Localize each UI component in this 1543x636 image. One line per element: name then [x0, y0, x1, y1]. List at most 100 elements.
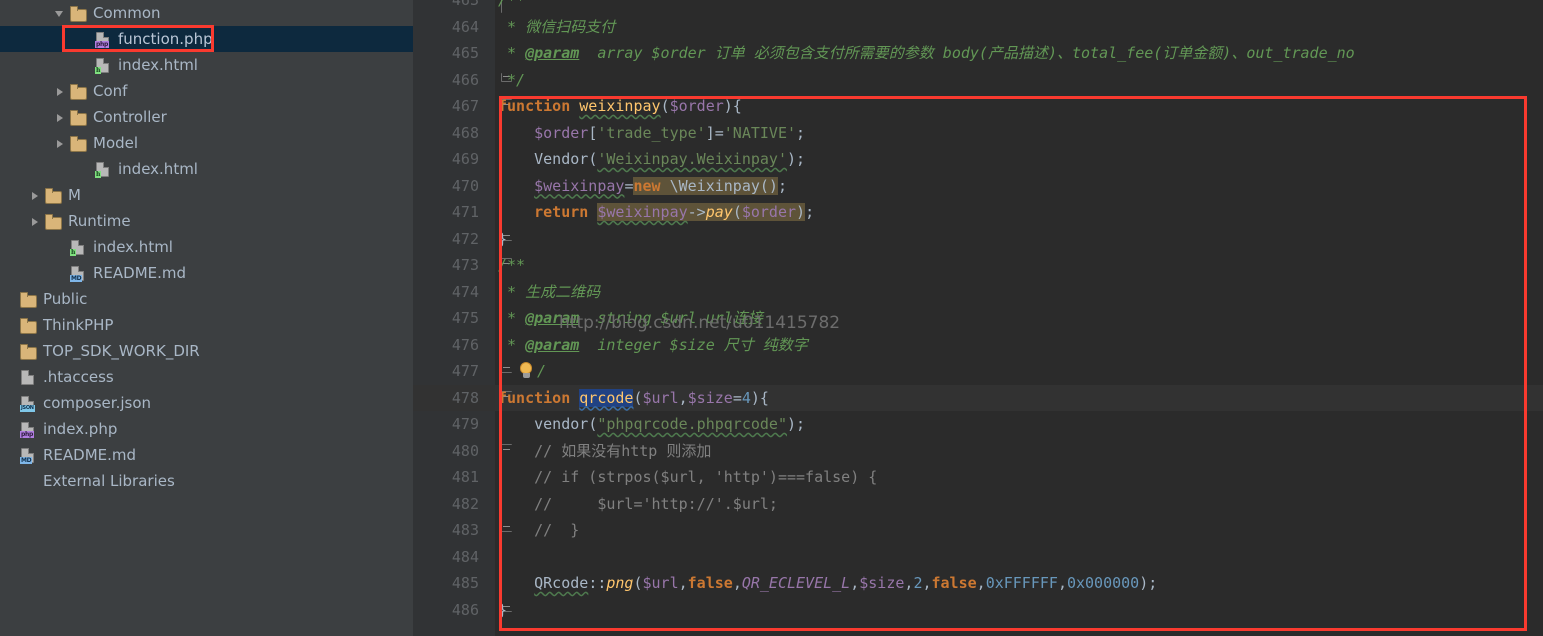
ide-window: Commonphpfunction.phphindex.htmlConfCont… — [0, 0, 1543, 636]
tree-item-index-html[interactable]: hindex.html — [0, 156, 413, 182]
markdown-file-icon: MD — [70, 265, 87, 282]
blank-icon — [54, 241, 67, 254]
tree-item-label: composer.json — [43, 390, 151, 416]
markdown-file-icon: MD — [20, 447, 37, 464]
chevron-down-icon[interactable] — [54, 7, 67, 20]
code-text: * 生成二维码 — [498, 279, 600, 306]
blank-icon — [79, 163, 92, 176]
tree-item-label: ThinkPHP — [43, 312, 113, 338]
tree-item-label: README.md — [93, 260, 186, 286]
tree-item-index-php[interactable]: phpindex.php — [0, 416, 413, 442]
tree-item-top-sdk-work-dir[interactable]: TOP_SDK_WORK_DIR — [0, 338, 413, 364]
folder-icon — [70, 83, 87, 100]
tree-item-conf[interactable]: Conf — [0, 78, 413, 104]
line-number: 465 — [413, 40, 479, 67]
tree-item-index-html[interactable]: hindex.html — [0, 52, 413, 78]
line-number: 482 — [413, 491, 479, 518]
code-line[interactable]: 469 Vendor('Weixinpay.Weixinpay'); — [413, 146, 1543, 173]
blank-icon — [4, 371, 17, 384]
tree-item-function-php[interactable]: phpfunction.php — [0, 26, 413, 52]
htaccess-file-icon — [20, 369, 37, 386]
code-line[interactable]: 464 * 微信扫码支付 — [413, 14, 1543, 41]
code-line[interactable]: 467function weixinpay($order){ — [413, 93, 1543, 120]
line-number: 476 — [413, 332, 479, 359]
code-line[interactable]: 482 // $url='http://'.$url; — [413, 491, 1543, 518]
code-fold-icon[interactable] — [501, 364, 514, 377]
tree-item-public[interactable]: Public — [0, 286, 413, 312]
tree-item-label: index.html — [93, 234, 173, 260]
blank-icon — [4, 319, 17, 332]
code-line[interactable]: 472} — [413, 226, 1543, 253]
code-line[interactable]: 484 — [413, 544, 1543, 571]
folder-icon — [45, 213, 62, 230]
code-text: // if (strpos($url, 'http')===false) { — [498, 464, 877, 491]
tree-item-composer-json[interactable]: JSONcomposer.json — [0, 390, 413, 416]
line-number: 483 — [413, 517, 479, 544]
project-tree-list[interactable]: Commonphpfunction.phphindex.htmlConfCont… — [0, 0, 413, 494]
code-line[interactable]: 480 // 如果没有http 则添加 — [413, 438, 1543, 465]
code-line[interactable]: 466 */ — [413, 67, 1543, 94]
code-line[interactable]: 477/ — [413, 358, 1543, 385]
code-line[interactable]: 468 $order['trade_type']='NATIVE'; — [413, 120, 1543, 147]
code-line[interactable]: 481 // if (strpos($url, 'http')===false)… — [413, 464, 1543, 491]
code-line[interactable]: 486} — [413, 597, 1543, 624]
line-number: 475 — [413, 305, 479, 332]
tree-item-readme-md[interactable]: MD README.md — [0, 260, 413, 286]
tree-item-m[interactable]: M — [0, 182, 413, 208]
chevron-right-icon[interactable] — [29, 189, 42, 202]
blank-icon — [79, 59, 92, 72]
code-line[interactable]: 479 vendor("phpqrcode.phpqrcode"); — [413, 411, 1543, 438]
code-text: */ — [498, 67, 525, 94]
code-text: $order['trade_type']='NATIVE'; — [498, 120, 805, 147]
code-line[interactable]: 473/** — [413, 252, 1543, 279]
chevron-right-icon[interactable] — [54, 85, 67, 98]
tree-item-runtime[interactable]: Runtime — [0, 208, 413, 234]
tree-item-label: index.php — [43, 416, 117, 442]
blank-icon — [79, 33, 92, 46]
code-text: function weixinpay($order){ — [498, 93, 742, 120]
folder-icon — [70, 5, 87, 22]
code-text: * @param string $url url连接 — [498, 305, 763, 332]
code-text: } — [498, 226, 507, 253]
blank-icon — [4, 449, 17, 462]
code-line[interactable]: 478function qrcode($url,$size=4){ — [413, 385, 1543, 412]
folder-icon — [45, 187, 62, 204]
folder-icon — [20, 317, 37, 334]
code-text: // 如果没有http 则添加 — [498, 438, 711, 465]
code-text: * @param array $order 订单 必须包含支付所需要的参数 bo… — [498, 40, 1355, 67]
code-text: QRcode::png($url,false,QR_ECLEVEL_L,$siz… — [498, 570, 1157, 597]
project-tree-panel[interactable]: Commonphpfunction.phphindex.htmlConfCont… — [0, 0, 413, 636]
code-line[interactable]: 483 // } — [413, 517, 1543, 544]
code-line[interactable]: 485 QRcode::png($url,false,QR_ECLEVEL_L,… — [413, 570, 1543, 597]
tree-item-external-libraries[interactable]: External Libraries — [0, 468, 413, 494]
code-line[interactable]: 471 return $weixinpay->pay($order); — [413, 199, 1543, 226]
line-number: 466 — [413, 67, 479, 94]
line-number: 486 — [413, 597, 479, 624]
chevron-right-icon[interactable] — [29, 215, 42, 228]
code-text: // $url='http://'.$url; — [498, 491, 778, 518]
code-text: /** — [498, 0, 525, 14]
line-number: 485 — [413, 570, 479, 597]
tree-item-label: README.md — [43, 442, 136, 468]
code-line[interactable]: 474 * 生成二维码 — [413, 279, 1543, 306]
tree-item-model[interactable]: Model — [0, 130, 413, 156]
code-line[interactable]: 470 $weixinpay=new \Weixinpay(); — [413, 173, 1543, 200]
intention-bulb-icon[interactable] — [518, 362, 534, 380]
code-line[interactable]: 476 * @param integer $size 尺寸 纯数字 — [413, 332, 1543, 359]
tree-item-controller[interactable]: Controller — [0, 104, 413, 130]
code-content-area[interactable]: 463/**464 * 微信扫码支付465 * @param array $or… — [413, 0, 1543, 623]
tree-item-thinkphp[interactable]: ThinkPHP — [0, 312, 413, 338]
tree-item-index-html[interactable]: hindex.html — [0, 234, 413, 260]
folder-icon — [70, 109, 87, 126]
chevron-right-icon[interactable] — [54, 137, 67, 150]
code-line[interactable]: 465 * @param array $order 订单 必须包含支付所需要的参… — [413, 40, 1543, 67]
chevron-right-icon[interactable] — [54, 111, 67, 124]
html-file-icon: h — [95, 57, 112, 74]
code-line[interactable]: 475 * @param string $url url连接 — [413, 305, 1543, 332]
code-line[interactable]: 463/** — [413, 0, 1543, 14]
tree-item-htaccess[interactable]: .htaccess — [0, 364, 413, 390]
tree-item-readme-md[interactable]: MD README.md — [0, 442, 413, 468]
code-editor-panel[interactable]: 463/**464 * 微信扫码支付465 * @param array $or… — [413, 0, 1543, 636]
tree-item-common[interactable]: Common — [0, 0, 413, 26]
code-text: / — [537, 358, 546, 385]
